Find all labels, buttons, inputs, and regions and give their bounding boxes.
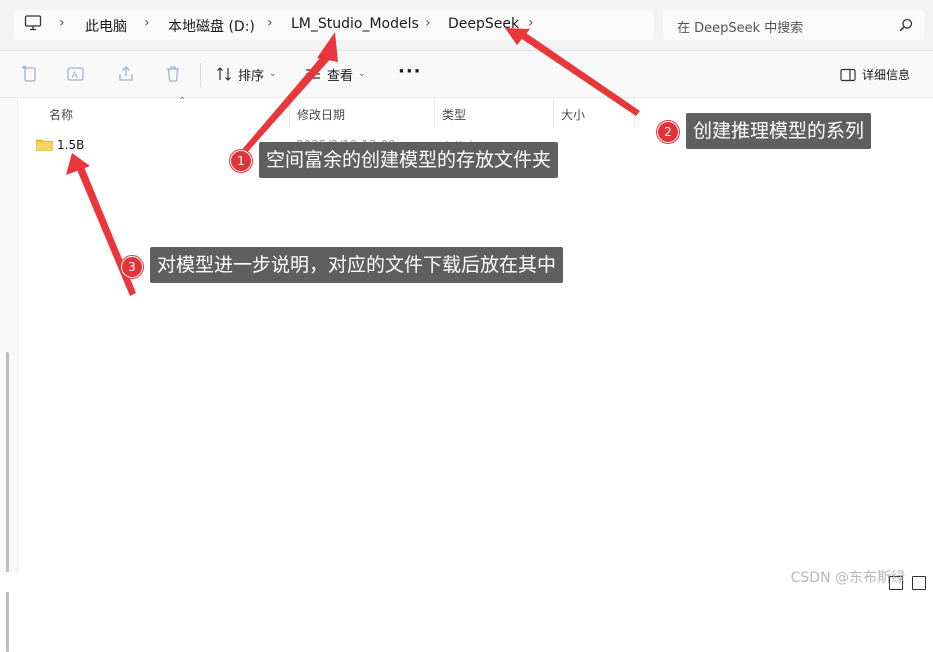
sort-button[interactable]: 排序 ⌄	[216, 64, 277, 84]
tiles-view-toggle-icon[interactable]	[912, 576, 926, 590]
chevron-down-icon: ⌄	[358, 69, 366, 79]
command-toolbar: A 排序 ⌄ 查看 ⌄ ··· 详细信息	[0, 51, 933, 98]
nav-scrollbar[interactable]	[6, 352, 9, 652]
column-divider[interactable]	[634, 98, 635, 128]
search-icon[interactable]	[899, 18, 913, 32]
more-options-button[interactable]: ···	[398, 61, 422, 82]
delete-icon[interactable]	[164, 65, 182, 83]
annotation-badge-2: 2	[657, 121, 679, 143]
column-name[interactable]: 名称	[49, 106, 73, 123]
column-modified[interactable]: 修改日期	[297, 106, 345, 123]
sort-label: 排序	[238, 68, 265, 84]
sort-ascending-icon: ⌃	[178, 96, 187, 107]
file-name[interactable]: 1.5B	[57, 138, 84, 152]
view-label: 查看	[327, 68, 354, 84]
details-pane-icon	[840, 68, 856, 81]
navigation-pane[interactable]	[0, 98, 18, 652]
svg-text:A: A	[72, 71, 79, 81]
toolbar-divider	[200, 63, 201, 87]
copy-icon[interactable]	[20, 65, 38, 83]
computer-icon[interactable]	[24, 14, 42, 32]
annotation-note-1: 空间富余的创建模型的存放文件夹	[259, 142, 559, 178]
column-size[interactable]: 大小	[561, 106, 585, 123]
share-icon[interactable]	[117, 65, 135, 83]
breadcrumb-item-drive-d[interactable]: 本地磁盘 (D:)	[168, 16, 255, 36]
details-pane-button[interactable]: 详细信息	[840, 66, 910, 83]
column-divider[interactable]	[553, 98, 554, 128]
annotation-note-2: 创建推理模型的系列	[686, 113, 872, 149]
details-label: 详细信息	[862, 68, 911, 82]
chevron-right-icon[interactable]: ›	[267, 15, 273, 31]
folder-icon	[36, 139, 53, 151]
breadcrumb-item-this-pc[interactable]: 此电脑	[85, 16, 127, 36]
address-bar: › 此电脑 › 本地磁盘 (D:) › LM_Studio_Models › D…	[0, 0, 933, 51]
chevron-right-icon[interactable]: ›	[144, 15, 150, 31]
rename-icon[interactable]: A	[67, 65, 85, 83]
chevron-right-icon[interactable]: ›	[59, 15, 65, 31]
sort-icon	[217, 67, 231, 81]
chevron-right-icon[interactable]: ›	[528, 15, 534, 31]
search-input[interactable]: 在 DeepSeek 中搜索	[663, 10, 925, 40]
breadcrumb-item-deepseek[interactable]: DeepSeek	[448, 16, 519, 32]
view-icon	[306, 69, 320, 79]
chevron-right-icon[interactable]: ›	[425, 15, 431, 31]
annotation-badge-1: 1	[230, 150, 252, 172]
column-type[interactable]: 类型	[442, 106, 466, 123]
search-placeholder: 在 DeepSeek 中搜索	[677, 21, 804, 36]
breadcrumb-item-lm-studio-models[interactable]: LM_Studio_Models	[291, 16, 419, 32]
watermark: CSDN @东布斯绿	[790, 570, 905, 586]
column-divider[interactable]	[434, 98, 435, 128]
column-divider[interactable]	[289, 98, 290, 128]
chevron-down-icon: ⌄	[269, 69, 277, 79]
annotation-note-3: 对模型进一步说明，对应的文件下载后放在其中	[150, 247, 564, 283]
annotation-badge-3: 3	[121, 256, 143, 278]
view-button[interactable]: 查看 ⌄	[305, 64, 366, 84]
